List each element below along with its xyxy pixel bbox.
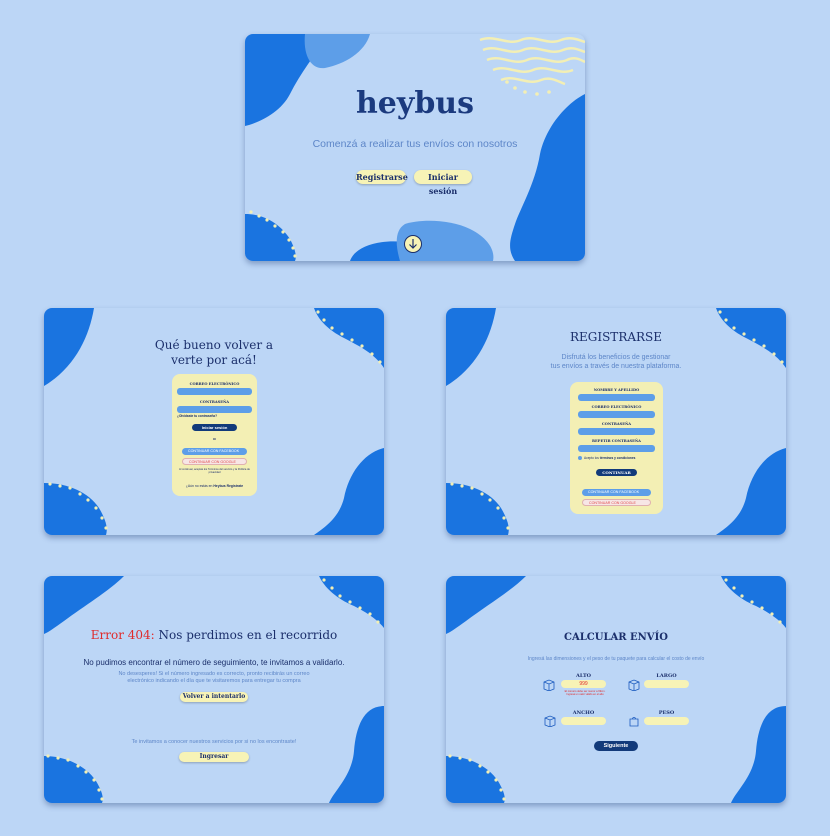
no-account-row: ¿Aún no estás en Heybus Registrate	[172, 484, 257, 488]
register-screen: REGISTRARSE Disfrutá los beneficios de g…	[446, 308, 786, 535]
repeat-password-field[interactable]	[578, 445, 655, 452]
next-button[interactable]: Siguiente	[594, 741, 638, 751]
width-label: ANCHO	[572, 710, 595, 716]
width-input[interactable]	[561, 717, 606, 725]
reg-password-field[interactable]	[578, 428, 655, 435]
terms-row: Acepto los términos y condiciones	[584, 456, 635, 460]
box-width-icon	[544, 715, 556, 727]
register-subtitle-line2: tus envíos a través de nuestra plataform…	[550, 363, 682, 370]
facebook-button[interactable]: CONTINUAR CON FACEBOOK	[182, 448, 247, 455]
height-error: El número debe ser menor a 99cm. Ingresá…	[564, 690, 606, 696]
reg-email-field[interactable]	[578, 411, 655, 418]
name-field[interactable]	[578, 394, 655, 401]
error-screen: Error 404: Nos perdimos en el recorrido …	[44, 576, 384, 803]
login-form: CORREO ELECTRÓNICO CONTRASEÑA ¿Olvidaste…	[172, 374, 257, 496]
calculator-heading: CALCULAR ENVÍO	[564, 632, 668, 643]
landing-logo: heybus	[355, 86, 474, 121]
landing-tagline: Comenzá a realizar tus envíos con nosotr…	[312, 138, 518, 150]
login-terms: Al continuar, aceptás los Términos del s…	[179, 468, 250, 474]
error-background-blobs	[44, 576, 384, 803]
box-height-icon	[543, 679, 555, 691]
terms-checkbox[interactable]	[578, 456, 582, 460]
length-label: LARGO	[656, 673, 677, 679]
register-button[interactable]: Registrarse	[356, 170, 408, 184]
error-detail-line1: No desesperes! Si el número ingresado es…	[118, 671, 310, 677]
name-label: NOMBRE Y APELLIDO	[593, 388, 640, 392]
register-submit-button[interactable]: CONTINUAR	[596, 469, 637, 476]
arrow-down-icon	[409, 239, 417, 249]
terms-text: Acepto los	[584, 456, 599, 460]
login-heading-line1: Qué bueno volver a	[154, 338, 274, 352]
error-heading: Error 404: Nos perdimos en el recorrido	[44, 628, 384, 642]
weight-icon	[629, 717, 639, 727]
error-login-button[interactable]: Ingresar	[179, 752, 249, 762]
login-heading-line2: verte por acá!	[171, 353, 257, 367]
google-button[interactable]: CONTINUAR CON GOOGLE	[182, 458, 247, 465]
reg-password-label: CONTRASEÑA	[601, 422, 632, 426]
error-code: Error 404:	[90, 628, 155, 642]
terms-link[interactable]: términos y condiciones	[600, 456, 636, 460]
height-label: ALTO	[575, 673, 592, 679]
register-link[interactable]: Registrate	[227, 484, 244, 488]
error-detail-line2: electrónico indicando el día que te visi…	[127, 678, 301, 684]
login-submit-button[interactable]: Iniciar sesión	[192, 424, 237, 431]
reg-email-label: CORREO ELECTRÓNICO	[591, 405, 642, 409]
forgot-password-link[interactable]: ¿Olvidaste tu contraseña?	[177, 414, 217, 418]
register-form: NOMBRE Y APELLIDO CORREO ELECTRÓNICO CON…	[570, 382, 663, 514]
landing-screen: heybus Comenzá a realizar tus envíos con…	[245, 34, 585, 261]
box-length-icon	[628, 679, 640, 691]
password-field[interactable]	[177, 406, 252, 413]
calculator-screen: CALCULAR ENVÍO Ingresá las dimensiones y…	[446, 576, 786, 803]
scroll-down-button[interactable]	[404, 235, 422, 253]
height-input[interactable]: 999	[561, 680, 606, 688]
register-heading: REGISTRARSE	[569, 330, 663, 344]
login-button[interactable]: Iniciar sesión	[414, 170, 472, 196]
length-input[interactable]	[644, 680, 689, 688]
register-subtitle-line1: Disfrutá los beneficios de gestionar	[561, 354, 671, 361]
password-label: CONTRASEÑA	[199, 400, 230, 404]
login-screen: Qué bueno volver a verte por acá! CORREO…	[44, 308, 384, 535]
calculator-background-blobs	[446, 576, 786, 803]
error-invite: Te invitamos a conocer nuestros servicio…	[131, 739, 297, 745]
weight-label: PESO	[658, 710, 675, 716]
reg-google-button[interactable]: CONTINUAR CON GOOGLE	[582, 499, 651, 506]
calculator-instructions: Ingresá las dimensiones y el peso de tu …	[527, 656, 705, 662]
weight-input[interactable]	[644, 717, 689, 725]
brand-name: Heybus	[213, 484, 226, 488]
error-title: Nos perdimos en el recorrido	[158, 628, 338, 642]
email-field[interactable]	[177, 388, 252, 395]
or-separator: o	[213, 436, 216, 441]
no-account-text: ¿Aún no estás en	[185, 484, 213, 488]
error-message: No pudimos encontrar el número de seguim…	[83, 658, 345, 667]
retry-button[interactable]: Volver a intentarlo	[180, 692, 248, 702]
email-label: CORREO ELECTRÓNICO	[189, 382, 240, 386]
repeat-password-label: REPETIR CONTRASEÑA	[592, 439, 641, 443]
reg-facebook-button[interactable]: CONTINUAR CON FACEBOOK	[582, 489, 651, 496]
